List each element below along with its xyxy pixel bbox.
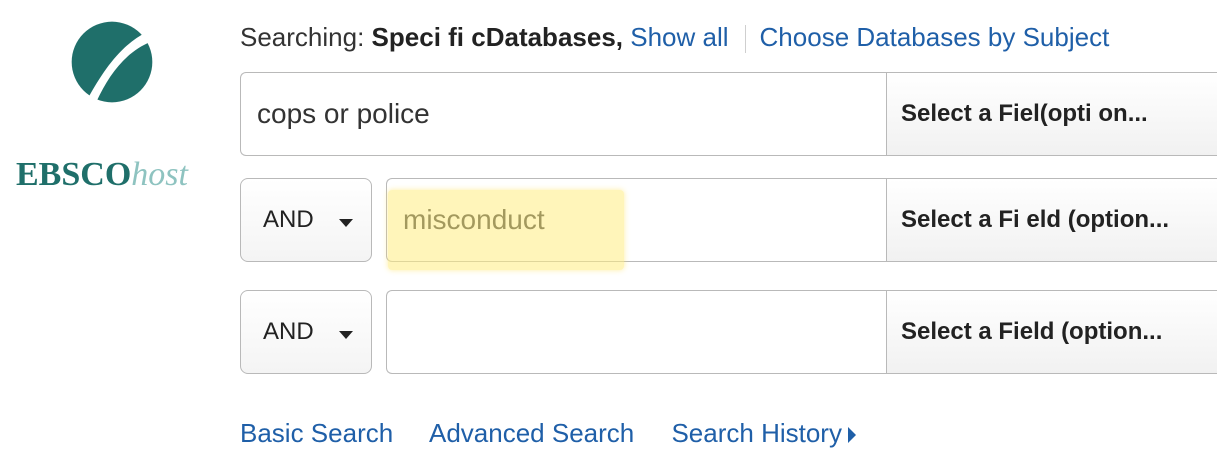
triangle-right-icon bbox=[847, 427, 856, 444]
search-history-link[interactable]: Search History bbox=[671, 418, 856, 448]
searching-prefix: Searching: bbox=[240, 22, 365, 52]
ebsco-logo-mark-icon bbox=[71, 21, 153, 103]
boolean-operator-3-label: AND bbox=[263, 318, 314, 345]
boolean-operator-select-3[interactable]: AND bbox=[240, 290, 372, 374]
basic-search-link[interactable]: Basic Search bbox=[240, 418, 393, 448]
field-select-2[interactable]: Select a Fi eld (option... bbox=[886, 178, 1217, 262]
search-row-3: AND Select a Field (option... bbox=[240, 290, 1217, 374]
search-input-1-value: cops or police bbox=[257, 98, 430, 129]
ebscohost-logo[interactable]: EBSCOhost bbox=[12, 18, 202, 192]
boolean-operator-2-label: AND bbox=[263, 206, 314, 233]
ebsco-search-page: EBSCOhost Searching: Speci fi cDatabases… bbox=[0, 0, 1217, 462]
searching-databases-line: Searching: Speci fi cDatabases, Show all… bbox=[240, 22, 1110, 54]
chevron-down-icon bbox=[339, 219, 353, 227]
logo-brand-sub: host bbox=[131, 156, 188, 193]
logo-wordmark: EBSCOhost bbox=[16, 158, 188, 192]
search-input-1[interactable]: cops or police bbox=[240, 72, 886, 156]
field-select-2-label: Select a Fi eld (option... bbox=[901, 206, 1170, 233]
field-select-3-label: Select a Field (option... bbox=[901, 318, 1163, 345]
field-select-1[interactable]: Select a Fiel(opti on... bbox=[886, 72, 1217, 156]
search-row-1: cops or police Select a Fiel(opti on... bbox=[240, 72, 1217, 156]
logo-brand-main: EBSCO bbox=[16, 156, 132, 193]
choose-databases-by-subject-link[interactable]: Choose Databases by Subject bbox=[760, 22, 1110, 52]
search-input-3[interactable] bbox=[386, 290, 886, 374]
field-select-1-label: Select a Fiel(opti on... bbox=[901, 100, 1148, 127]
field-select-3[interactable]: Select a Field (option... bbox=[886, 290, 1217, 374]
search-history-label: Search History bbox=[671, 418, 842, 448]
search-row-2: AND misconduct Select a Fi eld (option..… bbox=[240, 178, 1217, 270]
show-all-link[interactable]: Show all bbox=[630, 22, 728, 52]
chevron-down-icon bbox=[339, 331, 353, 339]
advanced-search-link[interactable]: Advanced Search bbox=[429, 418, 634, 448]
link-separator bbox=[744, 25, 746, 54]
search-mode-links: Basic Search Advanced Search Search Hist… bbox=[240, 418, 886, 448]
search-term-highlight bbox=[388, 190, 624, 270]
searching-database-name: Speci fi cDatabases, bbox=[371, 22, 624, 52]
boolean-operator-select-2[interactable]: AND bbox=[240, 178, 372, 262]
